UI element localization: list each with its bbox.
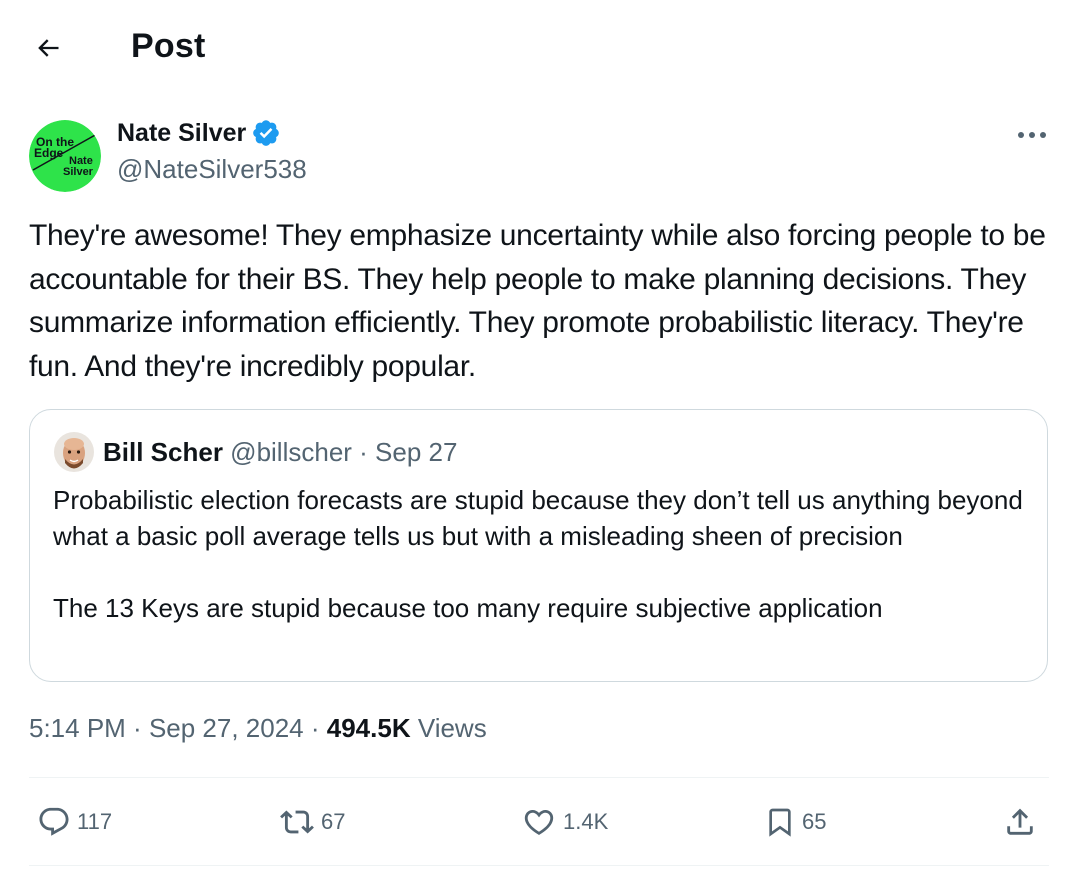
svg-text:Edge: Edge	[34, 146, 64, 160]
tweet-meta: 5:14 PM · Sep 27, 2024 · 494.5K Views	[29, 713, 487, 744]
page-title: Post	[131, 27, 206, 65]
tweet-text: They're awesome! They emphasize uncertai…	[29, 219, 1046, 383]
divider	[29, 865, 1049, 866]
bookmark-button[interactable]: 65	[764, 800, 826, 844]
back-arrow-icon	[38, 39, 59, 57]
bookmark-count: 65	[802, 809, 827, 834]
more-dots-icon	[1018, 132, 1046, 138]
avatar-on-the-edge-logo: On the Edge Nate Silver	[29, 120, 101, 192]
like-button[interactable]: 1.4K	[521, 800, 608, 844]
quote-separator: ·	[351, 437, 376, 467]
quote-header: Bill Scher @billscher · Sep 27	[103, 437, 457, 468]
divider	[29, 777, 1049, 778]
repost-button[interactable]: 67	[279, 800, 345, 844]
share-icon	[1007, 808, 1033, 835]
quote-text: Probabilistic election forecasts are stu…	[53, 485, 1023, 623]
meta-separator: ·	[303, 713, 327, 743]
meta-separator: ·	[125, 713, 149, 743]
author-avatar[interactable]: On the Edge Nate Silver	[29, 120, 101, 192]
reply-count: 117	[77, 809, 113, 834]
reply-button[interactable]: 117	[37, 800, 112, 844]
svg-text:Silver: Silver	[63, 166, 94, 178]
share-button[interactable]	[1003, 800, 1037, 844]
tweet-time[interactable]: 5:14 PM	[29, 713, 126, 743]
verified-badge-icon[interactable]	[251, 118, 281, 148]
quote-author-name: Bill Scher	[103, 437, 223, 467]
quote-author-handle: @billscher	[230, 437, 352, 467]
repost-icon	[280, 810, 314, 834]
bookmark-icon	[769, 808, 791, 837]
author-name-row[interactable]: Nate Silver	[117, 118, 281, 148]
heart-icon	[524, 809, 554, 835]
more-options-button[interactable]	[1012, 120, 1052, 150]
author-handle[interactable]: @NateSilver538	[117, 154, 307, 185]
author-name[interactable]: Nate Silver	[117, 119, 246, 148]
views-label: Views	[417, 713, 487, 743]
views-count: 494.5K	[326, 713, 411, 743]
quote-author-avatar	[54, 432, 94, 472]
quoted-tweet[interactable]: Bill Scher @billscher · Sep 27 Probabili…	[29, 409, 1048, 682]
tweet-date[interactable]: Sep 27, 2024	[149, 713, 304, 743]
back-button[interactable]	[28, 28, 68, 68]
quote-date: Sep 27	[375, 437, 458, 467]
bald-man-avatar-icon	[54, 432, 94, 472]
reply-icon	[39, 807, 69, 836]
top-bar: Post	[0, 0, 1082, 96]
like-count: 1.4K	[563, 809, 609, 834]
repost-count: 67	[321, 809, 346, 834]
